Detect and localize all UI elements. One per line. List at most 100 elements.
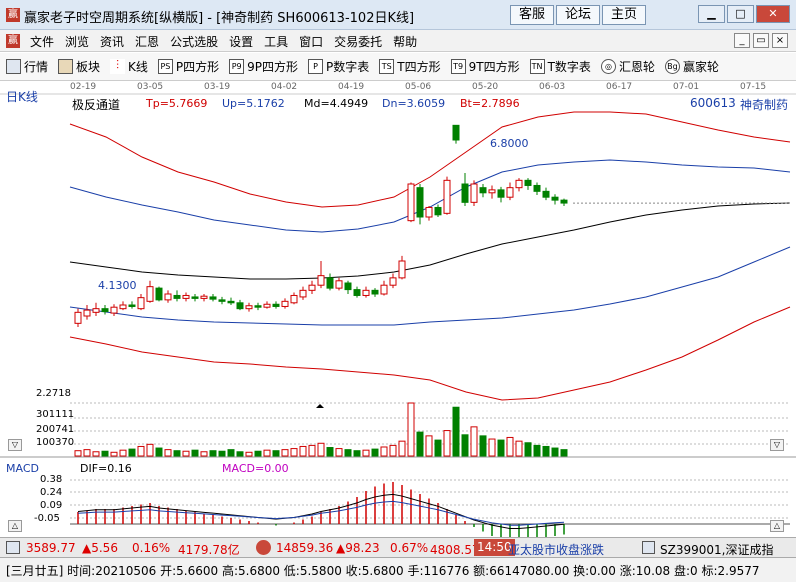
low-price-label: 4.1300 [98,279,137,292]
lower-band-line [69,246,791,326]
mdi-minimize-button[interactable]: _ [734,33,750,48]
volume-bar [191,449,199,457]
indicator-name: 极反通道 [72,98,121,112]
tn-icon: TN [529,59,545,74]
dif-label: DIF=0.16 [80,462,132,475]
mdi-close-button[interactable]: × [772,33,788,48]
tool-winner-wheel[interactable]: Bg 赢家轮 [664,58,719,75]
candle-body [74,311,82,324]
window-controls: ▁ □ ✕ [696,5,790,23]
minimize-button[interactable]: ▁ [698,5,725,23]
candle-body [137,297,145,310]
stock-ref-icon [642,541,655,554]
param-bt: Bt=2.7896 [460,97,520,110]
tool-p-square[interactable]: PS P四方形 [157,58,219,75]
volume-marker-icon [316,404,324,408]
candle-body [191,296,199,299]
index1-change: ▲5.56 [82,541,118,555]
index1-amount: 4179.78亿 [178,543,240,557]
forum-button[interactable]: 论坛 [556,5,601,25]
volume-bar [335,448,343,457]
candle-body [128,304,136,307]
blocks-icon [58,59,74,74]
menu-trade[interactable]: 交易委托 [334,33,382,50]
tool-p-table[interactable]: P P数字表 [308,58,369,75]
candle-body [308,284,316,291]
date-tick: 07-01 [673,82,700,92]
service-button[interactable]: 客服 [510,5,555,25]
tool-sectors[interactable]: 板块 [58,58,100,75]
volume-bar [551,447,559,457]
tool-t-table[interactable]: TN T数字表 [529,58,591,75]
tool-t-square[interactable]: TS T四方形 [379,58,441,75]
param-tp: Tp=5.7669 [146,97,208,110]
date-tick: 04-02 [271,82,298,92]
candle-body [326,277,334,289]
date-tick: 03-19 [204,82,231,92]
candle-body [461,183,469,203]
macd-title: MACD [6,462,39,475]
tool-label: 赢家轮 [682,60,719,74]
stock-ref[interactable]: SZ399001,深证成指 [660,541,773,557]
index2-change: ▲98.23 [336,541,380,555]
mdi-restore-button[interactable]: ▭ [753,33,769,48]
tool-9p-square[interactable]: P9 9P四方形 [229,58,298,75]
candle-body [362,289,370,296]
volume-bar [506,436,514,457]
menu-huien[interactable]: 汇恩 [135,33,159,50]
index1-value[interactable]: 3589.77 [26,541,76,555]
close-button[interactable]: ✕ [756,5,790,23]
scroll-up-button-right[interactable]: △ [770,520,784,532]
volume-bar [470,426,478,457]
candle-body [479,187,487,194]
index2-value[interactable]: 14859.36 [276,541,333,555]
volume-bar [290,448,298,457]
candle-body [398,260,406,279]
menu-settings[interactable]: 设置 [229,33,253,50]
candle-body [92,308,100,313]
tool-label: 9P四方形 [247,60,299,74]
menu-info[interactable]: 资讯 [100,33,124,50]
menu-bar: 赢 文件 浏览 资讯 汇恩 公式选股 设置 工具 窗口 交易委托 帮助 _ ▭ … [0,30,796,52]
scroll-down-button[interactable]: ▽ [8,439,22,451]
volume-bar [362,449,370,457]
candle-body [470,183,478,203]
menu-help[interactable]: 帮助 [393,33,417,50]
menu-file[interactable]: 文件 [30,33,54,50]
volume-bar [497,439,505,457]
tool-quotes[interactable]: 行情 [6,58,48,75]
candle-body [452,124,460,141]
home-button[interactable]: 主页 [602,5,647,25]
volume-bar [479,435,487,457]
date-tick: 06-03 [539,82,566,92]
menu-tools[interactable]: 工具 [264,33,288,50]
tool-9t-square[interactable]: T9 9T四方形 [450,58,520,75]
index2-icon [256,540,271,555]
menu-window[interactable]: 窗口 [299,33,323,50]
maximize-button[interactable]: □ [727,5,754,23]
scroll-up-button[interactable]: △ [8,520,22,532]
volume-bar [542,445,550,457]
param-md: Md=4.4949 [304,97,369,110]
candle-body [119,304,127,310]
tool-huien-wheel[interactable]: ◎ 汇恩轮 [600,58,655,75]
candle-body [227,300,235,304]
candle-body [146,286,154,302]
volume-bar [254,450,262,457]
menu-browse[interactable]: 浏览 [65,33,89,50]
volume-bar [425,435,433,457]
big-icon: Bg [664,59,680,74]
menu-formula[interactable]: 公式选股 [170,33,218,50]
volume-bar [236,451,244,457]
candle-body [155,287,163,301]
volume-bar [245,451,253,457]
date-tick: 02-19 [70,82,97,92]
volume-bar [524,442,532,457]
scroll-down-button-right[interactable]: ▽ [770,439,784,451]
date-tick: 07-15 [740,82,767,92]
chart-area[interactable]: 日K线 02-19 03-05 03-19 04-02 04-19 05-06 05-20 0… [0,82,796,537]
volume-bar [155,447,163,457]
scroll-news[interactable]: 亚太股市收盘涨跌 [508,541,604,557]
candle-body [434,206,442,216]
tool-kline[interactable]: ⫶ K线 [110,58,148,75]
